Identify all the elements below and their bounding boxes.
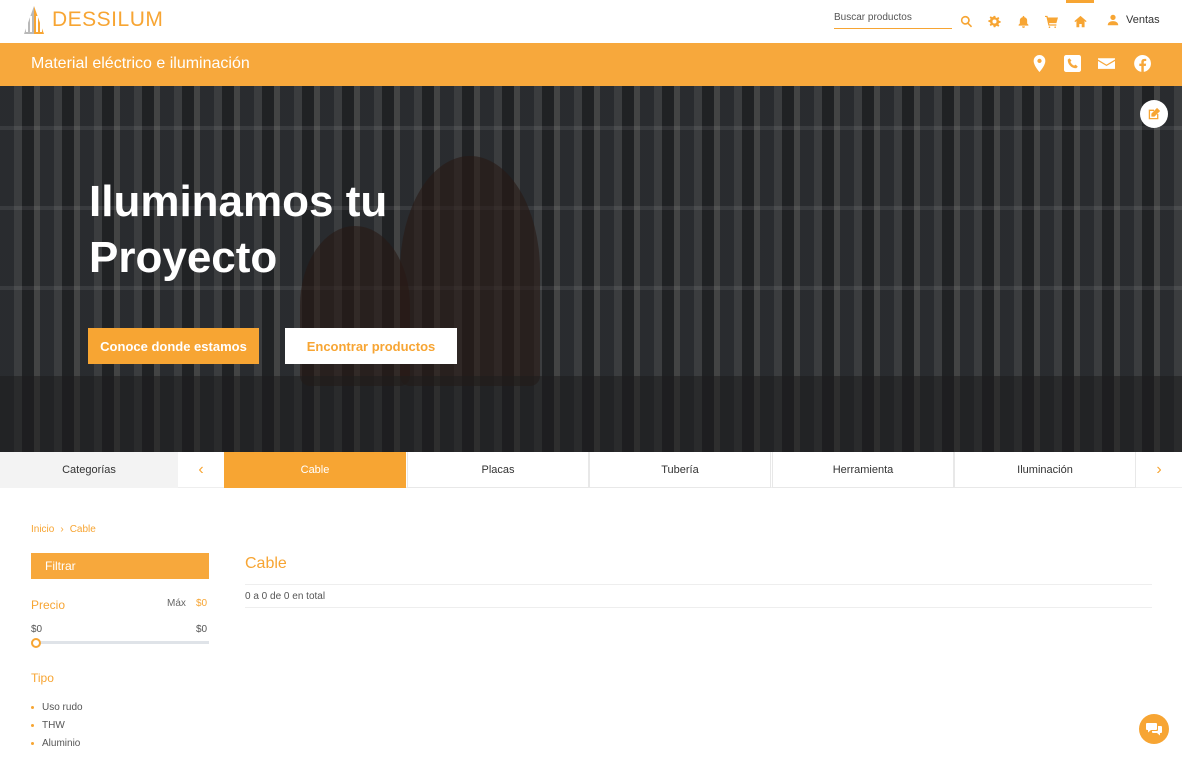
bullet-icon (31, 741, 34, 745)
find-products-button[interactable]: Encontrar productos (285, 328, 457, 364)
type-option[interactable]: THW (31, 716, 83, 734)
find-us-button[interactable]: Conoce donde estamos (88, 328, 259, 364)
store-banner: Material eléctrico e iluminación (0, 43, 1182, 86)
max-value: $0 (196, 598, 208, 609)
chat-button[interactable] (1139, 714, 1169, 744)
edit-button[interactable] (1140, 100, 1168, 128)
hero-photo-detail (0, 286, 1182, 290)
breadcrumb: Inicio › Cable (31, 524, 96, 535)
brand-name: DESSILUM (52, 8, 164, 31)
tab-iluminacion[interactable]: Iluminación (954, 452, 1136, 488)
bell-icon[interactable] (1016, 14, 1030, 28)
results-count: 0 a 0 de 0 en total (245, 591, 326, 602)
store-tagline: Material eléctrico e iluminación (31, 55, 250, 72)
edit-icon (1148, 107, 1161, 120)
type-label: Tipo (31, 671, 54, 685)
type-option[interactable]: Uso rudo (31, 698, 83, 716)
filter-header[interactable]: Filtrar (31, 553, 209, 579)
home-icon[interactable] (1073, 14, 1087, 28)
search-box (834, 12, 952, 29)
type-list: Uso rudo THW Aluminio (31, 698, 83, 752)
user-menu[interactable]: Ventas (1107, 14, 1160, 26)
divider (245, 607, 1152, 608)
categories-label: Categorías (0, 452, 178, 488)
user-label: Ventas (1126, 14, 1160, 26)
search-input[interactable] (834, 12, 952, 23)
bullet-icon (31, 705, 34, 709)
results-title: Cable (245, 555, 287, 572)
category-bar: Categorías ‹ Cable Placas Tubería Herram… (0, 452, 1182, 488)
hero-photo-detail (0, 126, 1182, 130)
map-pin-icon[interactable] (1031, 55, 1049, 73)
price-range-max: $0 (196, 624, 208, 635)
hero-title: Iluminamos tu Proyecto (89, 177, 388, 282)
breadcrumb-current: Cable (69, 524, 96, 535)
top-navbar: DESSILUM Ventas (0, 0, 1182, 43)
phone-icon[interactable] (1064, 55, 1082, 73)
user-icon (1107, 14, 1119, 26)
search-icon[interactable] (959, 14, 973, 28)
envelope-icon[interactable] (1098, 55, 1116, 73)
price-slider[interactable] (31, 641, 209, 644)
type-option-label: THW (42, 719, 65, 731)
facebook-icon[interactable] (1134, 55, 1152, 73)
breadcrumb-separator: › (60, 524, 64, 535)
logo[interactable]: DESSILUM (22, 4, 163, 36)
price-range-min: $0 (31, 624, 43, 635)
type-option-label: Aluminio (42, 737, 81, 749)
tab-herramienta[interactable]: Herramienta (772, 452, 954, 488)
type-option-label: Uso rudo (42, 701, 83, 713)
max-label: Máx (167, 598, 186, 609)
chevron-right-icon[interactable]: › (1136, 452, 1182, 488)
hero-section: Iluminamos tu Proyecto Conoce donde esta… (0, 86, 1182, 452)
gear-icon[interactable] (987, 14, 1001, 28)
chat-icon (1146, 723, 1162, 736)
price-label: Precio (31, 598, 66, 612)
tab-placas[interactable]: Placas (407, 452, 589, 488)
divider (245, 584, 1152, 585)
tab-cable[interactable]: Cable (224, 452, 406, 488)
home-active-indicator (1066, 0, 1094, 3)
price-slider-handle[interactable] (31, 638, 41, 648)
type-option[interactable]: Aluminio (31, 734, 83, 752)
chevron-left-icon[interactable]: ‹ (178, 452, 224, 488)
logo-icon (24, 6, 44, 34)
hero-photo-detail (0, 376, 1182, 452)
bullet-icon (31, 723, 34, 727)
tab-tuberia[interactable]: Tubería (589, 452, 771, 488)
breadcrumb-home[interactable]: Inicio (31, 524, 54, 535)
cart-icon[interactable] (1044, 14, 1058, 28)
